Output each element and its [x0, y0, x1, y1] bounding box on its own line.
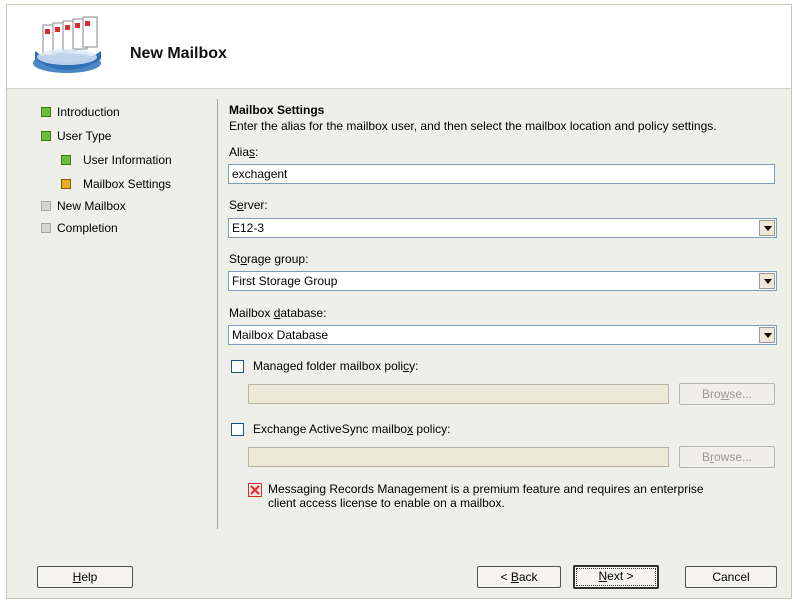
mailbox-database-value: Mailbox Database [232, 328, 329, 342]
warning-icon [248, 483, 262, 497]
step-pending-icon [41, 201, 51, 211]
step-label: Completion [57, 221, 118, 235]
activesync-browse-button[interactable]: Browse... [679, 446, 775, 468]
managed-folder-browse-button[interactable]: Browse... [679, 383, 775, 405]
step-label: Mailbox Settings [83, 177, 172, 191]
activesync-policy-label: Exchange ActiveSync mailbox policy: [253, 422, 451, 436]
notice-line-1: Messaging Records Management is a premiu… [268, 482, 704, 496]
step-current-icon [61, 179, 71, 189]
step-label: User Information [83, 153, 172, 167]
alias-input[interactable]: exchagent [228, 164, 775, 184]
step-label: User Type [57, 129, 112, 143]
storage-group-value: First Storage Group [232, 274, 338, 288]
next-button[interactable]: Next > [573, 565, 659, 589]
back-button[interactable]: < Back [477, 566, 561, 588]
server-value: E12-3 [232, 221, 265, 235]
chevron-down-icon[interactable] [759, 220, 775, 236]
section-title: Mailbox Settings [229, 103, 325, 117]
managed-folder-policy-checkbox[interactable] [231, 360, 244, 373]
step-pending-icon [41, 223, 51, 233]
activesync-policy-field [248, 447, 669, 467]
storage-group-label: Storage group: [229, 252, 309, 266]
wizard-title: New Mailbox [130, 45, 227, 62]
chevron-down-icon[interactable] [759, 273, 775, 289]
wizard-window: New Mailbox Introduction User Type User … [6, 4, 792, 599]
wizard-header: New Mailbox [7, 5, 791, 89]
alias-label: Alias: [229, 145, 259, 159]
mailbox-database-label: Mailbox database: [229, 306, 327, 320]
step-complete-icon [41, 131, 51, 141]
managed-folder-policy-label: Managed folder mailbox policy: [253, 359, 419, 373]
cancel-button[interactable]: Cancel [685, 566, 777, 588]
step-label: Introduction [57, 105, 120, 119]
chevron-down-icon[interactable] [759, 327, 775, 343]
mailbox-database-select[interactable]: Mailbox Database [228, 325, 777, 345]
server-select[interactable]: E12-3 [228, 218, 777, 238]
step-complete-icon [41, 107, 51, 117]
mailboxes-icon [33, 16, 101, 73]
help-button[interactable]: Help [37, 566, 133, 588]
server-label: Server: [229, 198, 268, 212]
notice-line-2: client access license to enable on a mai… [268, 496, 505, 510]
nav-divider [217, 99, 218, 529]
activesync-policy-checkbox[interactable] [231, 423, 244, 436]
section-description: Enter the alias for the mailbox user, an… [229, 119, 717, 133]
step-complete-icon [61, 155, 71, 165]
storage-group-select[interactable]: First Storage Group [228, 271, 777, 291]
managed-folder-policy-field [248, 384, 669, 404]
step-label: New Mailbox [57, 199, 126, 213]
